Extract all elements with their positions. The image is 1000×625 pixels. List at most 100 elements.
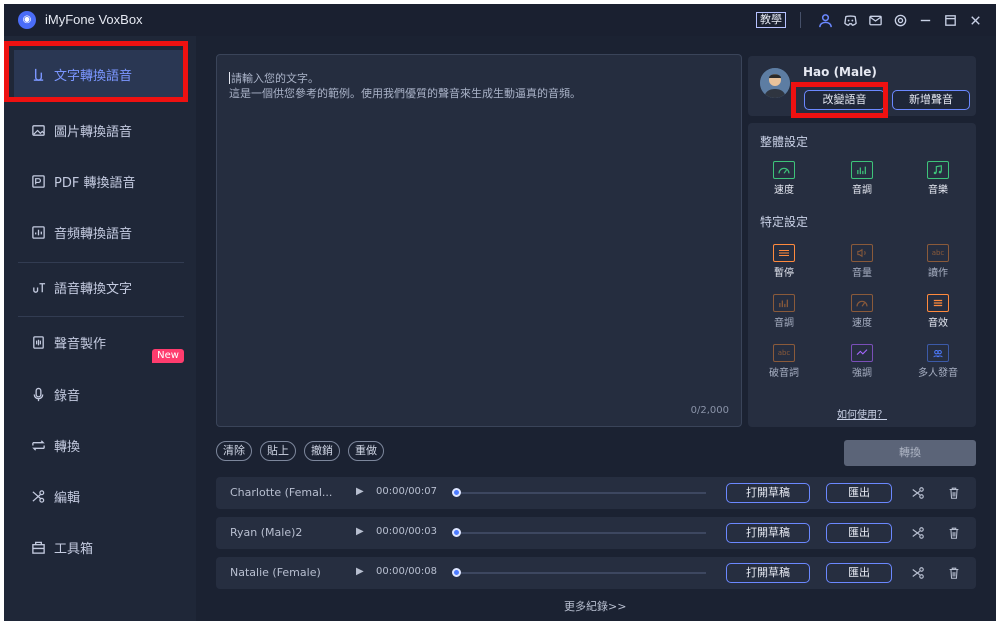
close-icon[interactable]: [964, 10, 986, 30]
emphasis-icon: [851, 344, 873, 362]
title-bar-divider: [800, 12, 801, 28]
redo-button[interactable]: 重做: [348, 441, 384, 461]
app-logo-icon: ◉: [18, 11, 36, 29]
sidebar-item-speech-to-text[interactable]: 語音轉換文字: [14, 263, 186, 311]
setting-label: 音效: [928, 318, 948, 329]
setting-label: 音樂: [928, 185, 948, 196]
user-icon[interactable]: [814, 10, 836, 30]
sidebar-item-image-to-speech[interactable]: 圖片轉換語音: [14, 106, 186, 154]
scissors-icon[interactable]: [910, 565, 926, 581]
speedometer-icon: [851, 294, 873, 312]
paste-button[interactable]: 貼上: [260, 441, 296, 461]
pitch-bars-icon: [773, 294, 795, 312]
sidebar-item-record[interactable]: 錄音: [14, 370, 186, 418]
trash-icon[interactable]: [946, 565, 962, 581]
settings-icon[interactable]: [889, 10, 911, 30]
more-records-link[interactable]: 更多紀錄>>: [564, 598, 626, 614]
character-counter: 0/2,000: [690, 405, 729, 416]
setting-label: 讀作: [928, 268, 948, 279]
export-button[interactable]: 匯出: [826, 563, 892, 583]
app-title: iMyFone VoxBox: [45, 12, 143, 27]
play-icon[interactable]: ▶: [356, 566, 364, 577]
minimize-icon[interactable]: [914, 10, 936, 30]
progress-track[interactable]: [456, 492, 706, 494]
open-draft-button[interactable]: 打開草稿: [726, 563, 810, 583]
sidebar-item-pdf-to-speech[interactable]: PDF 轉換語音: [14, 157, 186, 205]
export-button[interactable]: 匯出: [826, 523, 892, 543]
image-icon: [30, 122, 46, 138]
how-to-use-link[interactable]: 如何使用？: [748, 406, 976, 421]
volume-setting[interactable]: 音量: [832, 244, 892, 279]
mail-icon[interactable]: [864, 10, 886, 30]
read-as-setting[interactable]: abc 讀作: [908, 244, 968, 279]
editor-line-1: 請輸入您的文字。: [231, 72, 319, 85]
title-bar-controls: 教學: [756, 10, 986, 30]
new-badge: New: [152, 349, 184, 363]
open-draft-button[interactable]: 打開草稿: [726, 483, 810, 503]
sidebar-item-audio-to-speech[interactable]: 音頻轉換語音: [14, 208, 186, 256]
add-voice-button[interactable]: 新增聲音: [892, 90, 970, 110]
sidebar-divider: [18, 316, 184, 317]
setting-label: 速度: [774, 185, 794, 196]
undo-button[interactable]: 撤銷: [304, 441, 340, 461]
sidebar-item-toolbox[interactable]: 工具箱: [14, 523, 186, 571]
play-icon[interactable]: ▶: [356, 526, 364, 537]
text-editor[interactable]: 請輸入您的文字。 這是一個供您參考的範例。使用我們優質的聲音來生成生動逼真的音頻…: [216, 54, 742, 427]
emphasis-setting[interactable]: 強調: [832, 344, 892, 379]
record-time: 00:00/00:03: [376, 526, 438, 537]
scissors-icon[interactable]: [910, 525, 926, 541]
open-draft-button[interactable]: 打開草稿: [726, 523, 810, 543]
setting-label: 破音詞: [769, 368, 799, 379]
pdf-icon: [30, 173, 46, 189]
sidebar-item-label: 工具箱: [54, 541, 94, 557]
overall-speed-setting[interactable]: 速度: [754, 161, 814, 196]
progress-knob[interactable]: [452, 528, 461, 537]
overall-settings-title: 整體設定: [760, 135, 809, 149]
sidebar-item-label: 編輯: [54, 490, 81, 506]
tutorial-button[interactable]: 教學: [756, 12, 786, 28]
specific-pitch-setting[interactable]: 音調: [754, 294, 814, 329]
trash-icon[interactable]: [946, 485, 962, 501]
microphone-icon: [30, 386, 46, 402]
convert-icon: [30, 437, 46, 453]
setting-label: 音量: [852, 268, 872, 279]
scissors-icon[interactable]: [910, 485, 926, 501]
progress-knob[interactable]: [452, 568, 461, 577]
convert-button[interactable]: 轉換: [844, 440, 976, 466]
change-voice-highlight-annotation: [791, 82, 888, 118]
progress-track[interactable]: [456, 532, 706, 534]
sound-effect-setting[interactable]: 音效: [908, 294, 968, 329]
specific-speed-setting[interactable]: 速度: [832, 294, 892, 329]
speech-to-text-icon: [30, 279, 46, 295]
record-row: Charlotte (Femal... ▶ 00:00/00:07 打開草稿 匯…: [216, 477, 976, 509]
multi-speaker-setting[interactable]: 多人發音: [908, 344, 968, 379]
overall-music-setting[interactable]: 音樂: [908, 161, 968, 196]
setting-label: 音調: [852, 185, 872, 196]
sidebar-item-label: 聲音製作: [54, 336, 107, 352]
read-as-icon: abc: [927, 244, 949, 262]
toolbox-icon: [30, 539, 46, 555]
sidebar-item-edit[interactable]: 編輯: [14, 472, 186, 520]
setting-label: 暫停: [774, 268, 794, 279]
export-button[interactable]: 匯出: [826, 483, 892, 503]
progress-knob[interactable]: [452, 488, 461, 497]
edit-toolbar: 清除 貼上 撤銷 重做: [216, 441, 384, 461]
app-window: ◉ iMyFone VoxBox 教學 文字轉換語音 圖片轉換語音 PDF 轉換…: [4, 4, 996, 621]
setting-label: 速度: [852, 318, 872, 329]
maximize-icon[interactable]: [939, 10, 961, 30]
title-bar: ◉ iMyFone VoxBox 教學: [4, 4, 996, 36]
overall-pitch-setting[interactable]: 音調: [832, 161, 892, 196]
play-icon[interactable]: ▶: [356, 486, 364, 497]
voice-name: Hao (Male): [803, 65, 877, 79]
progress-track[interactable]: [456, 572, 706, 574]
sidebar: 文字轉換語音 圖片轉換語音 PDF 轉換語音 音頻轉換語音 語音轉換文字 聲音製…: [4, 36, 196, 621]
clear-button[interactable]: 清除: [216, 441, 252, 461]
setting-label: 音調: [774, 318, 794, 329]
editor-placeholder: 請輸入您的文字。 這是一個供您參考的範例。使用我們優質的聲音來生成生動逼真的音頻…: [229, 71, 581, 101]
volume-icon: [851, 244, 873, 262]
pause-setting[interactable]: 暫停: [754, 244, 814, 279]
discord-icon[interactable]: [839, 10, 861, 30]
trash-icon[interactable]: [946, 525, 962, 541]
polyphone-setting[interactable]: abc 破音詞: [754, 344, 814, 379]
sidebar-item-convert[interactable]: 轉換: [14, 421, 186, 469]
